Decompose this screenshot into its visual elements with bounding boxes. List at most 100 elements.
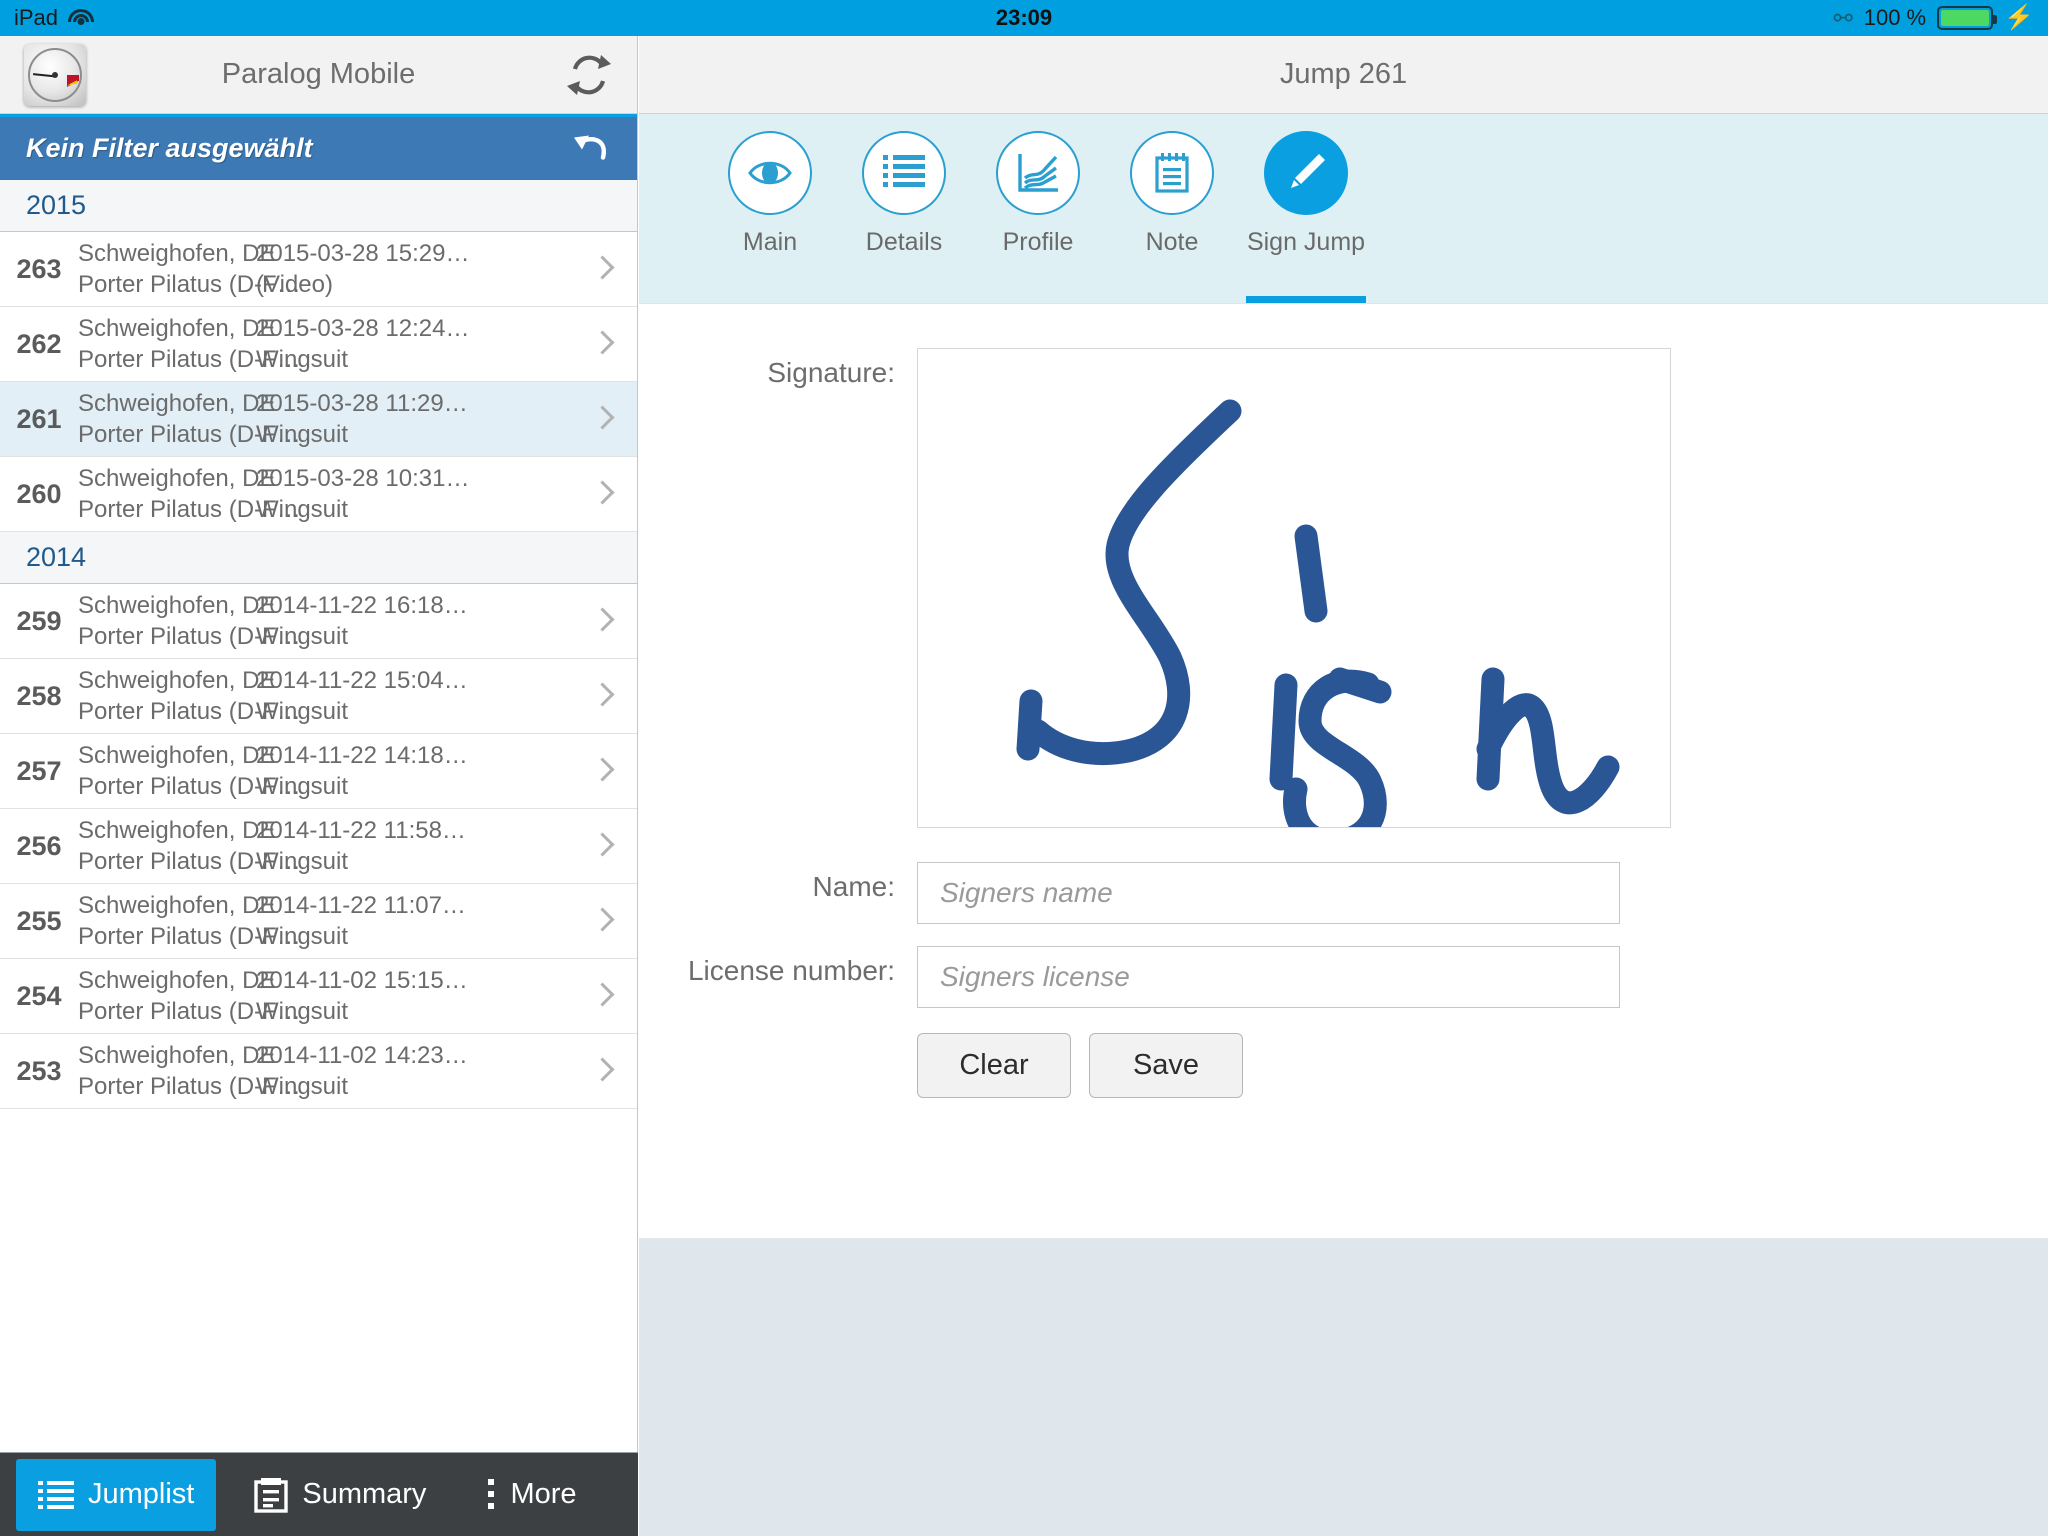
- chevron-right-icon[interactable]: [594, 406, 609, 432]
- jump-datetime: 2014-11-02 15:15…: [256, 966, 468, 994]
- battery-full-icon: [1937, 6, 1998, 30]
- table-row[interactable]: 257 Schweighofen, DE Porter Pilatus (D-F… 2…: [0, 734, 637, 809]
- chevron-right-icon[interactable]: [594, 608, 609, 634]
- table-row[interactable]: 263 Schweighofen, DE Porter Pilatus (D-F… 2…: [0, 232, 637, 307]
- jump-aircraft: Porter Pilatus (D-F…: [78, 622, 301, 650]
- table-row[interactable]: 258 Schweighofen, DE Porter Pilatus (D-F… 2…: [0, 659, 637, 734]
- tab-note[interactable]: Note: [1105, 114, 1239, 303]
- clipboard-icon: [254, 1477, 289, 1513]
- toolbar-item-more[interactable]: More: [464, 1459, 598, 1531]
- chevron-right-icon[interactable]: [594, 758, 609, 784]
- jump-datetime: 2014-11-22 16:18…: [256, 591, 468, 619]
- tab-label-main: Main: [742, 228, 798, 256]
- tab-underline: [710, 296, 830, 303]
- table-row[interactable]: 262 Schweighofen, DE Porter Pilatus (D-F… 2…: [0, 307, 637, 382]
- status-bar-time: 23:09: [995, 5, 1053, 30]
- jump-location-cell: Schweighofen, DE Porter Pilatus (D-F…: [78, 390, 301, 449]
- name-row: Name: Signers name: [639, 828, 2048, 924]
- jump-aircraft: Porter Pilatus (D-F…: [78, 345, 301, 373]
- jump-aircraft: Porter Pilatus (D-F…: [78, 697, 301, 725]
- chevron-right-icon[interactable]: [594, 983, 609, 1009]
- table-row[interactable]: 260 Schweighofen, DE Porter Pilatus (D-F… 2…: [0, 457, 637, 532]
- jump-datetime: 2014-11-22 14:18…: [256, 741, 468, 769]
- jump-location-cell: Schweighofen, DE Porter Pilatus (D-F…: [78, 667, 301, 726]
- jump-cells: Schweighofen, DE Porter Pilatus (D-F… 2015…: [78, 465, 637, 524]
- pencil-icon: [1264, 131, 1348, 215]
- jump-location: Schweighofen, DE: [78, 591, 276, 619]
- jump-cells: Schweighofen, DE Porter Pilatus (D-F… 2015…: [78, 315, 637, 374]
- table-row[interactable]: 254 Schweighofen, DE Porter Pilatus (D-F… 2…: [0, 959, 637, 1034]
- lightning-bolt-icon: ⚡: [2004, 4, 2034, 31]
- jump-cells: Schweighofen, DE Porter Pilatus (D-F… 2015…: [78, 390, 637, 449]
- jump-number: 258: [16, 680, 62, 711]
- year-section-header: 2015: [0, 180, 637, 232]
- chevron-right-icon[interactable]: [594, 683, 609, 709]
- chevron-right-icon[interactable]: [594, 331, 609, 357]
- table-row[interactable]: 253 Schweighofen, DE Porter Pilatus (D-F… 2…: [0, 1034, 637, 1109]
- jump-location: Schweighofen, DE: [78, 741, 276, 769]
- jump-number: 253: [16, 1055, 62, 1086]
- refresh-sync-icon[interactable]: [565, 51, 613, 99]
- jump-aircraft: Porter Pilatus (D-F…: [78, 420, 301, 448]
- tab-profile[interactable]: Profile: [971, 114, 1105, 303]
- jump-kind: Wingsuit: [256, 922, 349, 950]
- jump-list[interactable]: 2015 263 Schweighofen, DE Porter Pilatus (D…: [0, 180, 637, 1433]
- jump-location-cell: Schweighofen, DE Porter Pilatus (D-F…: [78, 1041, 301, 1101]
- tab-underline: [978, 296, 1098, 303]
- jump-aircraft: Porter Pilatus (D-F…: [78, 997, 301, 1025]
- chevron-right-icon[interactable]: [594, 833, 609, 859]
- name-input[interactable]: Signers name: [917, 862, 1620, 924]
- signature-canvas[interactable]: [917, 348, 1671, 828]
- chevron-right-icon[interactable]: [594, 481, 609, 507]
- right-navigation-bar: Jump 261: [639, 36, 2048, 114]
- license-number-label: License number:: [687, 955, 895, 986]
- tab-main[interactable]: Main: [703, 114, 837, 303]
- signature-ink: [1016, 399, 1620, 827]
- undo-arrow-icon[interactable]: [569, 129, 611, 168]
- jump-number: 262: [16, 328, 62, 359]
- jump-kind: Wingsuit: [256, 847, 349, 875]
- toolbar-item-jumplist[interactable]: Jumplist: [16, 1458, 217, 1531]
- jump-aircraft: Porter Pilatus (D-F…: [78, 1072, 301, 1100]
- save-button[interactable]: Save: [1089, 1033, 1243, 1098]
- chevron-right-icon[interactable]: [594, 256, 609, 282]
- table-row[interactable]: 259 Schweighofen, DE Porter Pilatus (D-F… 2…: [0, 584, 637, 659]
- jump-kind: Wingsuit: [256, 495, 349, 523]
- jump-location-cell: Schweighofen, DE Porter Pilatus (D-F…: [78, 817, 301, 876]
- tab-details[interactable]: Details: [837, 114, 971, 303]
- jump-cells: Schweighofen, DE Porter Pilatus (D-F… 2015…: [78, 240, 637, 299]
- filter-bar[interactable]: Kein Filter ausgewählt: [0, 114, 637, 180]
- jump-number: 254: [16, 980, 62, 1011]
- jump-location-cell: Schweighofen, DE Porter Pilatus (D-F…: [78, 892, 301, 951]
- toolbar-label-jumplist: Jumplist: [88, 1478, 195, 1510]
- left-navigation-bar: Paralog Mobile: [0, 36, 637, 114]
- jump-location: Schweighofen, DE: [78, 1041, 276, 1069]
- list-icon: [38, 1479, 74, 1511]
- table-row[interactable]: 261 Schweighofen, DE Porter Pilatus (D-F… 2…: [0, 382, 637, 457]
- license-number-input[interactable]: Signers license: [917, 946, 1620, 1008]
- chevron-right-icon[interactable]: [594, 1058, 609, 1084]
- left-panel: Paralog Mobile Kein Filter ausgewählt 20…: [0, 36, 638, 1536]
- jump-number: 255: [16, 905, 62, 936]
- table-row[interactable]: 256 Schweighofen, DE Porter Pilatus (D-F… 2…: [0, 809, 637, 884]
- jump-date-cell: 2014-11-22 11:58… Wingsuit: [256, 817, 466, 876]
- tab-underline-active: [1246, 296, 1366, 303]
- right-panel: Jump 261 Main Details Profile Note Sign …: [639, 36, 2048, 1536]
- jump-kind: (Video): [256, 270, 333, 298]
- jump-date-cell: 2015-03-28 15:29… (Video): [256, 240, 470, 299]
- tab-bar: Main Details Profile Note Sign Jump: [639, 114, 2048, 303]
- jump-cells: Schweighofen, DE Porter Pilatus (D-F… 2014…: [78, 742, 637, 801]
- jump-date-cell: 2015-03-28 11:29… Wingsuit: [256, 390, 468, 449]
- toolbar-item-summary[interactable]: Summary: [232, 1459, 448, 1531]
- toolbar-label-more: More: [510, 1478, 577, 1510]
- chevron-right-icon[interactable]: [594, 908, 609, 934]
- jump-aircraft: Porter Pilatus (D-F…: [78, 847, 301, 875]
- action-buttons: Clear Save: [917, 1033, 1243, 1098]
- jump-location-cell: Schweighofen, DE Porter Pilatus (D-F…: [78, 240, 301, 299]
- jump-cells: Schweighofen, DE Porter Pilatus (D-F… 2014…: [78, 667, 637, 726]
- jump-date-cell: 2014-11-02 15:15… Wingsuit: [256, 966, 468, 1026]
- table-row[interactable]: 255 Schweighofen, DE Porter Pilatus (D-F… 2…: [0, 884, 637, 959]
- jump-cells: Schweighofen, DE Porter Pilatus (D-F… 2014…: [78, 1042, 637, 1101]
- tab-sign-jump[interactable]: Sign Jump: [1239, 114, 1373, 303]
- clear-button[interactable]: Clear: [917, 1033, 1071, 1098]
